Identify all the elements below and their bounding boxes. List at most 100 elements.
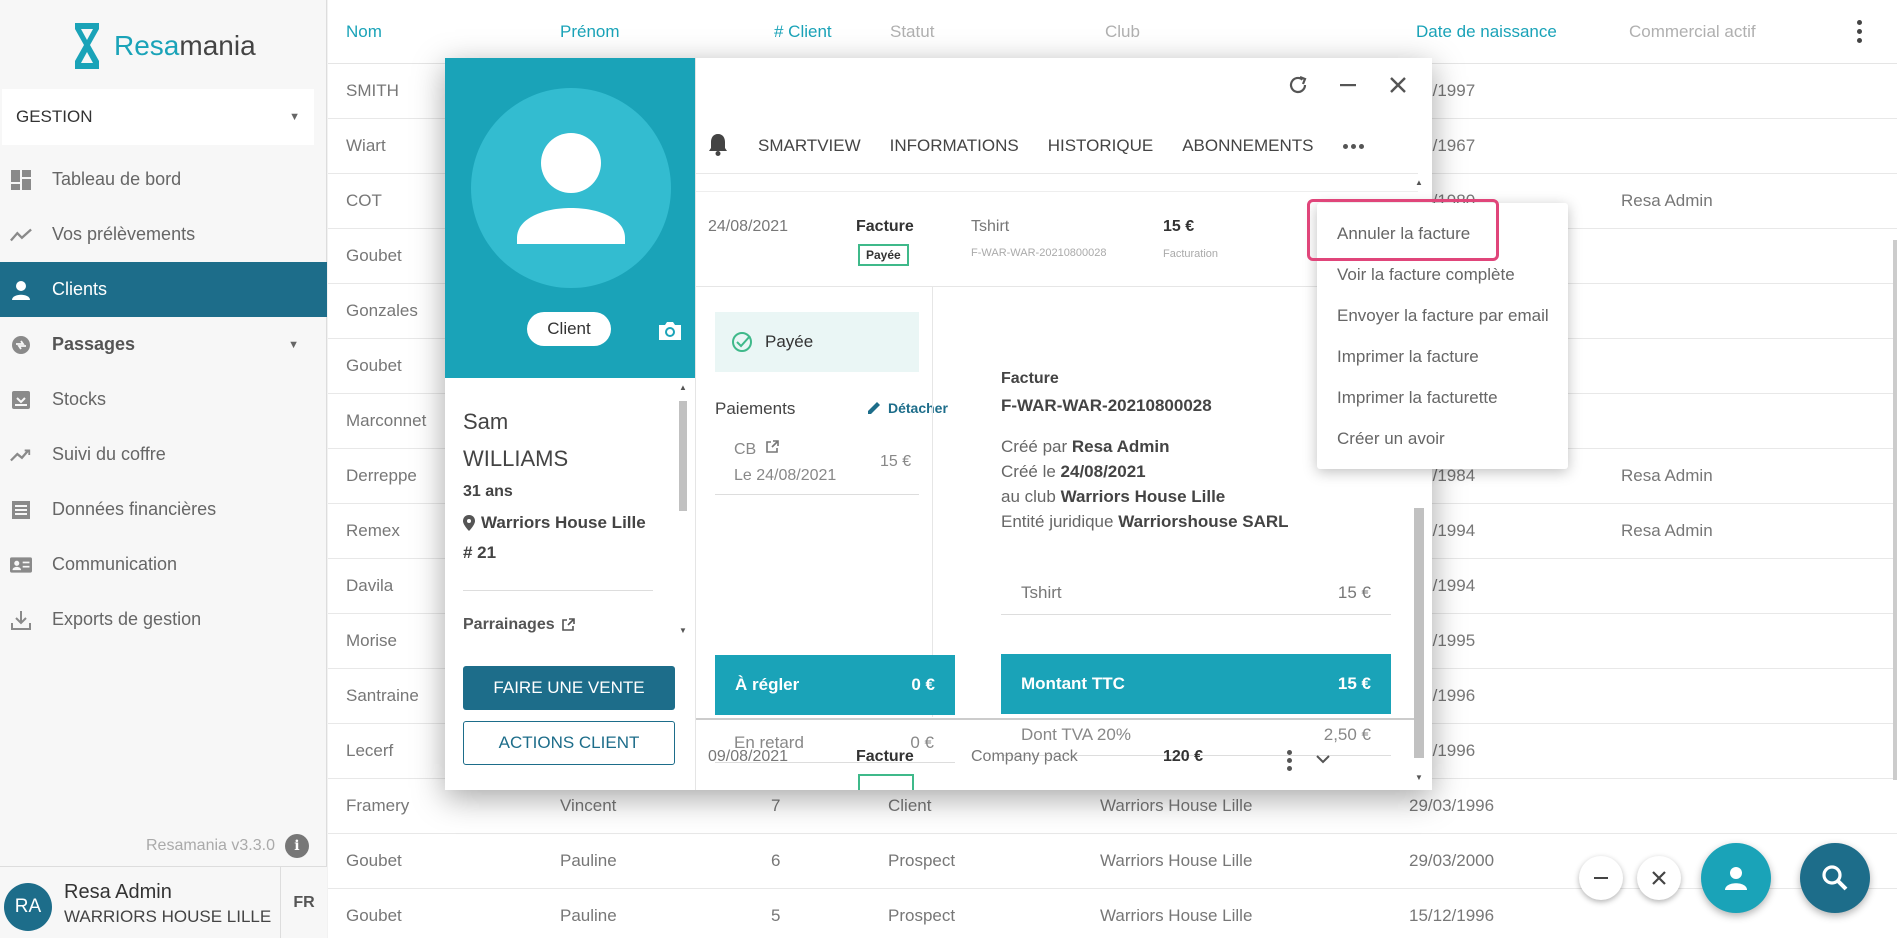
table-scrollbar[interactable] xyxy=(1893,240,1897,780)
menu-item-creer-avoir[interactable]: Créer un avoir xyxy=(1337,429,1445,449)
camera-icon[interactable] xyxy=(657,320,683,342)
minimize-all-button[interactable] xyxy=(1579,856,1623,900)
col-header-nom[interactable]: Nom xyxy=(346,22,382,42)
bell-icon[interactable] xyxy=(707,132,729,161)
dashboard-icon xyxy=(10,169,32,191)
col-header-client-number[interactable]: # Client xyxy=(774,22,832,42)
resamania-logo-icon xyxy=(75,23,99,69)
parrainages-link[interactable]: Parrainages xyxy=(463,616,575,634)
sidebar-item-suivi-coffre[interactable]: Suivi du coffre xyxy=(0,427,327,482)
tab-historique[interactable]: HISTORIQUE xyxy=(1048,136,1153,156)
tab-smartview[interactable]: SMARTVIEW xyxy=(758,136,861,156)
logo-text: Resamania xyxy=(114,30,256,62)
menu-item-voir-facture[interactable]: Voir la facture complète xyxy=(1337,265,1515,285)
created-on: 24/08/2021 xyxy=(1060,462,1146,481)
scroll-down-icon[interactable]: ▼ xyxy=(1415,773,1423,782)
invoice-type: Facture xyxy=(856,748,914,765)
modal-window-controls xyxy=(1285,72,1411,98)
sidebar-item-clients[interactable]: Clients xyxy=(0,262,327,317)
col-header-date-naissance[interactable]: Date de naissance xyxy=(1416,22,1557,42)
cell-statut: Prospect xyxy=(888,906,956,925)
sidebar-item-prelevements[interactable]: Vos prélèvements xyxy=(0,207,327,262)
cell-nom: Derreppe xyxy=(346,466,417,485)
add-client-button[interactable] xyxy=(1701,843,1771,913)
user-panel[interactable]: RA Resa Admin WARRIORS HOUSE LILLE FR xyxy=(0,866,327,938)
created-by-prefix: Créé par xyxy=(1001,437,1068,456)
col-header-prenom[interactable]: Prénom xyxy=(560,22,620,42)
club-prefix: au club xyxy=(1001,487,1056,506)
menu-item-imprimer-facture[interactable]: Imprimer la facture xyxy=(1337,347,1479,367)
profile-header: Client xyxy=(445,58,695,378)
tab-abonnements[interactable]: ABONNEMENTS xyxy=(1182,136,1313,156)
minimize-icon[interactable] xyxy=(1335,72,1361,98)
avatar[interactable]: RA xyxy=(4,883,52,931)
sidebar-item-passages[interactable]: Passages ▼ xyxy=(0,317,327,372)
trend-icon xyxy=(10,224,32,246)
section-select[interactable]: GESTION ▼ xyxy=(2,89,314,145)
invoice-date: 09/08/2021 xyxy=(708,748,789,765)
version-info: Resamania v3.3.0 i xyxy=(146,834,309,858)
invoice-summary-row[interactable]: 09/08/2021 Facture Company pack 120 € xyxy=(696,738,1418,790)
search-button[interactable] xyxy=(1800,843,1870,913)
section-divider xyxy=(696,718,1418,720)
close-all-button[interactable] xyxy=(1637,856,1681,900)
more-tabs-icon[interactable] xyxy=(1342,143,1364,149)
entity-prefix: Entité juridique xyxy=(1001,512,1114,531)
logo[interactable]: Resamania xyxy=(72,20,256,72)
sidebar-item-communication[interactable]: Communication xyxy=(0,537,327,592)
more-vert-icon[interactable] xyxy=(1287,750,1293,774)
invoice-category: Facturation xyxy=(1163,248,1219,260)
col-header-club[interactable]: Club xyxy=(1105,22,1140,42)
profile-scroll-thumb[interactable] xyxy=(679,401,687,511)
scroll-up-icon[interactable]: ▲ xyxy=(1415,178,1423,187)
entity-name: Warriorshouse SARL xyxy=(1118,512,1289,531)
payment-method[interactable]: CB xyxy=(734,440,779,458)
sidebar-item-label: Clients xyxy=(52,279,108,299)
tab-informations[interactable]: INFORMATIONS xyxy=(890,136,1019,156)
close-icon[interactable] xyxy=(1385,72,1411,98)
profile-avatar-icon xyxy=(471,88,671,288)
info-icon[interactable]: i xyxy=(284,834,309,858)
col-header-statut[interactable]: Statut xyxy=(890,22,934,42)
user-name: Resa Admin xyxy=(64,881,172,903)
profile-scrollbar[interactable]: ▲ ▼ xyxy=(677,383,689,638)
divider xyxy=(463,590,653,591)
make-sale-button[interactable]: FAIRE UNE VENTE xyxy=(463,666,675,710)
list-icon xyxy=(10,499,32,521)
version-label: Resamania v3.3.0 xyxy=(146,837,275,854)
client-modal: Client Sam WILLIAMS 31 ans Warriors Hous… xyxy=(445,58,1432,790)
sidebar-item-stocks[interactable]: Stocks xyxy=(0,372,327,427)
check-circle-icon xyxy=(732,332,752,352)
invoice-meta: Créé par Resa Admin Créé le 24/08/2021 a… xyxy=(1001,434,1289,534)
client-number: # 21 xyxy=(463,543,497,562)
caret-down-icon: ▼ xyxy=(289,111,300,123)
col-header-commercial[interactable]: Commercial actif xyxy=(1629,22,1756,42)
cell-nom: Santraine xyxy=(346,686,419,705)
menu-item-envoyer-email[interactable]: Envoyer la facture par email xyxy=(1337,306,1549,326)
scroll-up-icon[interactable]: ▲ xyxy=(679,383,687,392)
cell-nom: Morise xyxy=(346,631,398,650)
chevron-down-icon[interactable] xyxy=(1314,750,1332,768)
highlight-box xyxy=(1307,199,1499,261)
sidebar-item-donnees-financieres[interactable]: Données financières xyxy=(0,482,327,537)
cell-nom: Goubet xyxy=(346,906,402,925)
menu-item-imprimer-facturette[interactable]: Imprimer la facturette xyxy=(1337,388,1498,408)
cell-date: 29/03/2000 xyxy=(1409,851,1495,870)
created-on-line: Créé le 24/08/2021 xyxy=(1001,459,1289,484)
cell-commercial: Resa Admin xyxy=(1621,191,1713,210)
modal-scroll-thumb[interactable] xyxy=(1414,508,1424,758)
sidebar-item-exports[interactable]: Exports de gestion xyxy=(0,592,327,647)
cell-nom: Goubet xyxy=(346,356,402,375)
refresh-icon[interactable] xyxy=(1285,72,1311,98)
more-vert-icon[interactable] xyxy=(1856,20,1864,46)
sidebar-item-tableau-de-bord[interactable]: Tableau de bord xyxy=(0,152,327,207)
profile-info: Sam WILLIAMS 31 ans Warriors House Lille… xyxy=(463,403,663,563)
divider xyxy=(696,173,1418,174)
status-badge: Payée xyxy=(858,244,909,266)
status-badge xyxy=(858,774,914,790)
scroll-down-icon[interactable]: ▼ xyxy=(679,626,687,635)
client-club: Warriors House Lille xyxy=(463,513,663,533)
detach-button[interactable]: Détacher xyxy=(866,400,948,416)
client-actions-button[interactable]: ACTIONS CLIENT xyxy=(463,721,675,765)
language-switch[interactable]: FR xyxy=(280,867,327,938)
